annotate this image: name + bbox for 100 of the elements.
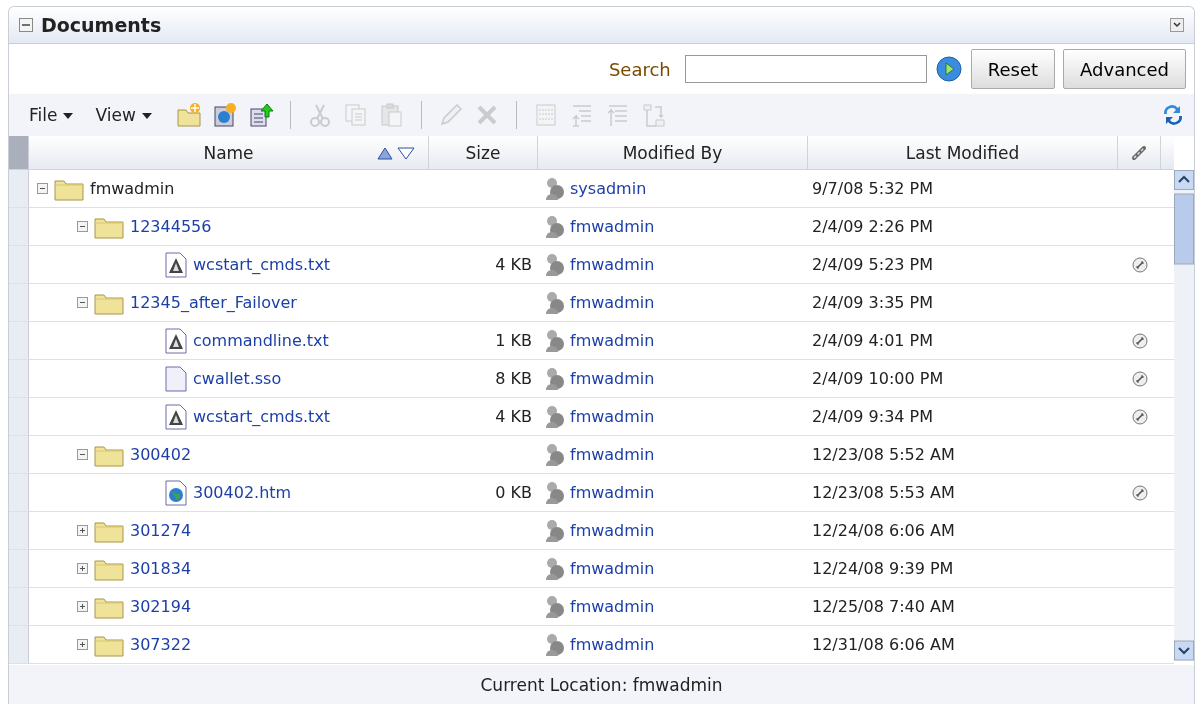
folder-name[interactable]: 301274 bbox=[130, 521, 192, 540]
search-action-button[interactable]: Reset bbox=[970, 49, 1056, 89]
search-label: Search bbox=[608, 58, 671, 80]
collapse-icon[interactable] bbox=[77, 297, 88, 308]
menu-button[interactable]: View bbox=[95, 105, 152, 125]
row-selector[interactable] bbox=[9, 626, 29, 663]
user-link[interactable]: fmwadmin bbox=[570, 217, 655, 236]
row-selector[interactable] bbox=[9, 588, 29, 625]
file-name[interactable]: wcstart_cmds.txt bbox=[193, 255, 331, 274]
folder-name[interactable]: 302194 bbox=[130, 597, 192, 616]
column-header[interactable]: Last Modified bbox=[905, 142, 1020, 163]
date-text: 2/4/09 4:01 PM bbox=[812, 331, 934, 350]
user-link[interactable]: fmwadmin bbox=[570, 521, 655, 540]
user-icon bbox=[544, 632, 566, 657]
folder-name[interactable]: 12345_after_Failover bbox=[130, 293, 297, 312]
blank-file-icon bbox=[165, 365, 187, 392]
folder-name[interactable]: 301834 bbox=[130, 559, 192, 578]
row-selector[interactable] bbox=[9, 284, 29, 321]
row-selector[interactable] bbox=[9, 322, 29, 359]
search-action-button[interactable]: Advanced bbox=[1063, 49, 1186, 89]
user-link[interactable]: sysadmin bbox=[570, 179, 647, 198]
dropdown-icon[interactable] bbox=[1170, 18, 1184, 32]
row-selector[interactable] bbox=[9, 474, 29, 511]
user-link[interactable]: fmwadmin bbox=[570, 407, 655, 426]
user-link[interactable]: fmwadmin bbox=[570, 293, 655, 312]
user-link[interactable]: fmwadmin bbox=[570, 559, 655, 578]
collapse-icon[interactable] bbox=[77, 221, 88, 232]
date-text: 2/4/09 2:26 PM bbox=[812, 217, 934, 236]
column-header[interactable]: Modified By bbox=[622, 142, 723, 163]
expand-icon[interactable] bbox=[77, 525, 88, 536]
scrollbar[interactable] bbox=[1174, 170, 1194, 661]
user-link[interactable]: fmwadmin bbox=[570, 255, 655, 274]
go-icon[interactable] bbox=[934, 55, 963, 83]
sort-arrows-icon[interactable] bbox=[376, 146, 416, 160]
user-icon bbox=[544, 404, 566, 429]
user-link[interactable]: fmwadmin bbox=[570, 331, 655, 350]
user-icon bbox=[544, 594, 566, 619]
user-icon bbox=[544, 366, 566, 391]
user-icon bbox=[544, 442, 566, 467]
folder-name[interactable]: 12344556 bbox=[130, 217, 212, 236]
new-web-page-icon[interactable] bbox=[211, 102, 238, 128]
document-icon bbox=[165, 403, 187, 430]
row-selector[interactable] bbox=[9, 246, 29, 283]
upload-icon[interactable] bbox=[247, 102, 274, 128]
row-selector[interactable] bbox=[9, 360, 29, 397]
collapse-icon[interactable] bbox=[77, 449, 88, 460]
user-icon bbox=[544, 214, 566, 239]
folder-name[interactable]: 307322 bbox=[130, 635, 192, 654]
file-size: 1 KB bbox=[495, 331, 532, 350]
collapse-icon[interactable] bbox=[37, 183, 48, 194]
column-header[interactable]: Size bbox=[465, 142, 501, 163]
user-link[interactable]: fmwadmin bbox=[570, 369, 655, 388]
date-text: 2/4/09 3:35 PM bbox=[812, 293, 934, 312]
date-text: 12/25/08 7:40 AM bbox=[812, 597, 955, 616]
user-icon bbox=[544, 480, 566, 505]
expand-icon[interactable] bbox=[77, 563, 88, 574]
folder-name[interactable]: fmwadmin bbox=[90, 179, 175, 198]
search-field[interactable] bbox=[684, 55, 927, 83]
user-link[interactable]: fmwadmin bbox=[570, 445, 655, 464]
user-link[interactable]: fmwadmin bbox=[570, 635, 655, 654]
file-name[interactable]: wcstart_cmds.txt bbox=[193, 407, 331, 426]
file-name[interactable]: commandline.txt bbox=[193, 331, 329, 350]
date-text: 12/23/08 5:53 AM bbox=[812, 483, 955, 502]
row-selector[interactable] bbox=[9, 208, 29, 245]
date-text: 2/4/09 10:00 PM bbox=[812, 369, 944, 388]
row-selector[interactable] bbox=[9, 398, 29, 435]
row-selector[interactable] bbox=[9, 170, 29, 207]
date-text: 2/4/09 5:23 PM bbox=[812, 255, 934, 274]
file-name[interactable]: cwallet.sso bbox=[193, 369, 282, 388]
date-text: 9/7/08 5:32 PM bbox=[812, 179, 934, 198]
date-text: 12/24/08 6:06 AM bbox=[812, 521, 955, 540]
file-size: 4 KB bbox=[495, 407, 532, 426]
row-selector[interactable] bbox=[9, 512, 29, 549]
user-icon bbox=[544, 290, 566, 315]
user-icon bbox=[544, 176, 566, 201]
user-icon bbox=[544, 518, 566, 543]
link-icon bbox=[1130, 143, 1148, 162]
new-folder-icon[interactable] bbox=[175, 102, 202, 128]
user-link[interactable]: fmwadmin bbox=[570, 483, 655, 502]
row-selector[interactable] bbox=[9, 436, 29, 473]
file-size: 0 KB bbox=[495, 483, 532, 502]
expand-icon[interactable] bbox=[77, 601, 88, 612]
file-size: 4 KB bbox=[495, 255, 532, 274]
web-page-icon bbox=[165, 479, 187, 506]
expand-icon[interactable] bbox=[77, 639, 88, 650]
user-link[interactable]: fmwadmin bbox=[570, 597, 655, 616]
user-icon bbox=[544, 556, 566, 581]
user-icon bbox=[544, 328, 566, 353]
date-text: 12/31/08 6:06 AM bbox=[812, 635, 955, 654]
select-all-header[interactable] bbox=[9, 136, 29, 169]
collapse-icon[interactable] bbox=[19, 18, 33, 32]
column-header[interactable]: Name bbox=[203, 142, 254, 163]
file-size: 8 KB bbox=[495, 369, 532, 388]
menu-button[interactable]: File bbox=[29, 105, 74, 125]
date-text: 2/4/09 9:34 PM bbox=[812, 407, 934, 426]
row-selector[interactable] bbox=[9, 550, 29, 587]
document-icon bbox=[165, 327, 187, 354]
file-name[interactable]: 300402.htm bbox=[193, 483, 292, 502]
folder-name[interactable]: 300402 bbox=[130, 445, 192, 464]
date-text: 12/24/08 9:39 PM bbox=[812, 559, 954, 578]
